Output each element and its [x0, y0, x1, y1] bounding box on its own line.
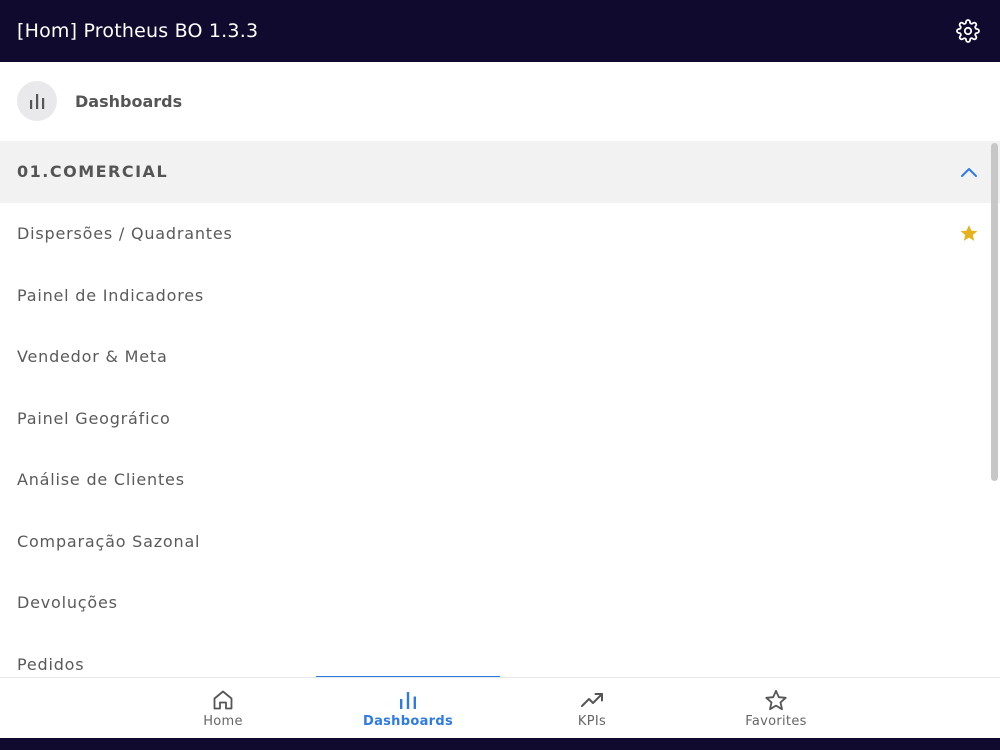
- section-title: Dashboards: [75, 92, 183, 111]
- list-item-label: Dispersões / Quadrantes: [17, 224, 233, 243]
- dashboard-list: Dispersões / Quadrantes Painel de Indica…: [0, 203, 990, 677]
- list-item[interactable]: Análise de Clientes: [0, 449, 990, 511]
- nav-kpis[interactable]: KPIs: [500, 678, 684, 738]
- group-header-comercial[interactable]: 01.COMERCIAL: [0, 141, 1000, 203]
- section-header: Dashboards: [0, 62, 1000, 141]
- list-item-label: Painel Geográfico: [17, 408, 171, 428]
- bar-chart-icon: [30, 94, 45, 109]
- list-item-label: Devoluções: [17, 593, 118, 612]
- nav-favorites-label: Favorites: [745, 714, 807, 729]
- scrollbar[interactable]: [991, 143, 998, 481]
- bar-chart-icon: [400, 692, 416, 709]
- list-item-label: Comparação Sazonal: [17, 531, 201, 551]
- system-bar: [0, 738, 1000, 750]
- list-item-label: Pedidos: [17, 654, 85, 674]
- group-title: 01.COMERCIAL: [17, 162, 169, 181]
- top-app-bar: [Hom] Protheus BO 1.3.3: [0, 0, 1000, 62]
- section-avatar: [17, 81, 57, 121]
- list-item-label: Análise de Clientes: [17, 470, 185, 489]
- chevron-up-icon[interactable]: [960, 164, 978, 180]
- list-item-label: Vendedor & Meta: [17, 347, 168, 366]
- list-item[interactable]: Painel Geográfico: [0, 388, 990, 450]
- gear-icon[interactable]: [956, 19, 980, 43]
- nav-home[interactable]: Home: [131, 678, 315, 738]
- nav-favorites[interactable]: Favorites: [684, 678, 868, 738]
- list-item[interactable]: Vendedor & Meta: [0, 326, 990, 388]
- home-icon: [213, 690, 233, 710]
- list-item[interactable]: Comparação Sazonal: [0, 511, 990, 573]
- trending-up-icon: [581, 693, 603, 707]
- list-item[interactable]: Pedidos: [0, 634, 990, 678]
- list-item-label: Painel de Indicadores: [17, 285, 204, 305]
- list-item[interactable]: Painel de Indicadores: [0, 265, 990, 327]
- nav-dashboards-label: Dashboards: [362, 714, 454, 729]
- nav-home-label: Home: [203, 714, 243, 729]
- app-window: [Hom] Protheus BO 1.3.3 Dashboards 01.CO…: [0, 0, 1000, 750]
- list-item[interactable]: Dispersões / Quadrantes: [0, 203, 990, 265]
- star-icon[interactable]: [959, 223, 979, 243]
- bottom-navigation: Home Dashboards KPIs Favorites: [0, 677, 1000, 738]
- nav-kpis-label: KPIs: [577, 714, 607, 729]
- star-outline-icon: [765, 689, 787, 711]
- app-title: [Hom] Protheus BO 1.3.3: [17, 20, 259, 42]
- list-item[interactable]: Devoluções: [0, 572, 990, 634]
- nav-dashboards[interactable]: Dashboards: [316, 678, 500, 738]
